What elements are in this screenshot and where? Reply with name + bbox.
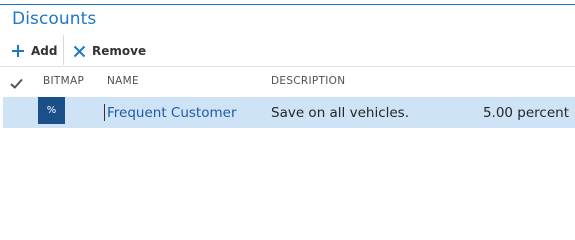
title-rule (0, 4, 575, 5)
remove-button[interactable]: Remove (73, 40, 146, 62)
close-icon (73, 45, 86, 58)
add-button-label: Add (31, 44, 58, 58)
percent-icon: % (38, 97, 65, 124)
add-button[interactable]: Add (11, 40, 57, 62)
grid-header: BITMAP NAME DESCRIPTION (0, 67, 575, 94)
toolbar: Add Remove (0, 35, 575, 65)
discount-amount: 5.00 percent (482, 105, 569, 121)
plus-icon (11, 44, 25, 58)
table-row[interactable]: % Frequent Customer Save on all vehicles… (3, 97, 575, 128)
discount-name-link[interactable]: Frequent Customer (107, 105, 237, 121)
column-header-bitmap[interactable]: BITMAP (43, 75, 84, 87)
column-header-name[interactable]: NAME (107, 75, 139, 87)
page-title: Discounts (12, 9, 97, 29)
column-header-description[interactable]: DESCRIPTION (271, 75, 345, 87)
discount-description: Save on all vehicles. (271, 105, 410, 121)
text-caret (104, 104, 105, 121)
select-all-checkmark-icon[interactable] (10, 74, 23, 93)
remove-button-label: Remove (92, 44, 147, 58)
toolbar-separator (63, 35, 64, 65)
